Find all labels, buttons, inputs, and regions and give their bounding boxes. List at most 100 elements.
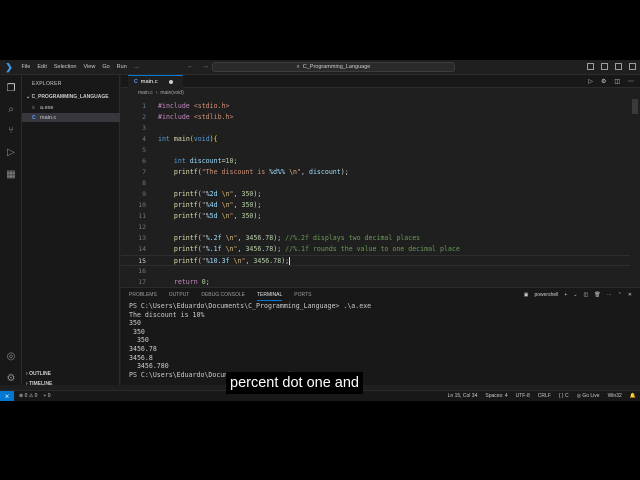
editor-actions: ▷ ⚙ ◫ ⋯: [588, 78, 634, 85]
menu-bar: File Edit Selection View Go Run …: [18, 64, 143, 70]
close-icon[interactable]: ✕: [628, 292, 632, 298]
settings-gear-icon[interactable]: ⚙: [601, 78, 606, 85]
back-arrow-icon[interactable]: ←: [187, 63, 194, 70]
go-live-button[interactable]: ◎ Go Live: [577, 393, 600, 399]
settings-gear-icon[interactable]: ⚙: [4, 371, 18, 385]
tab-ports[interactable]: PORTS: [294, 292, 311, 301]
explorer-title: EXPLORER: [32, 81, 62, 87]
line-number: 1: [142, 102, 146, 110]
line-number: 13: [138, 234, 146, 242]
breadcrumb-file[interactable]: main.c: [138, 90, 153, 96]
toggle-panel-icon[interactable]: [601, 63, 608, 70]
more-actions-icon[interactable]: ⋯: [607, 292, 612, 298]
more-actions-icon[interactable]: ⋯: [628, 78, 634, 85]
menu-view[interactable]: View: [80, 64, 99, 70]
project-folder-label: C_PROGRAMMING_LANGUAGE: [31, 94, 109, 100]
customize-layout-icon[interactable]: [629, 63, 636, 70]
files-icon[interactable]: ❐: [4, 81, 18, 95]
code-line: 7 printf("The discount is %d%% \n", disc…: [121, 167, 630, 178]
terminal-shell-label[interactable]: powershell: [534, 292, 558, 298]
menu-file[interactable]: File: [18, 64, 34, 70]
line-number: 6: [142, 157, 146, 165]
notifications-bell-icon[interactable]: 🔔: [630, 393, 636, 399]
terminal-icon: ▣: [523, 292, 529, 298]
outline-section[interactable]: › OUTLINE: [26, 371, 51, 377]
breadcrumb-symbol[interactable]: main(void): [160, 90, 183, 96]
status-left: ⊗ 0 ⚠ 0 ⑂ 0: [19, 393, 51, 399]
platform-status[interactable]: Win32: [608, 393, 622, 399]
code-text: printf("%5d \n", 350);: [173, 212, 262, 220]
tab-problems[interactable]: PROBLEMS: [129, 292, 157, 301]
vscode-logo-icon: ❯: [5, 61, 13, 72]
search-icon[interactable]: ⌕: [4, 102, 18, 116]
menu-selection[interactable]: Selection: [50, 64, 80, 70]
maximize-panel-icon[interactable]: ⌃: [618, 292, 622, 298]
code-text: printf("%.1f \n", 3456.78); //%.1f round…: [173, 245, 460, 253]
explorer-sidebar: EXPLORER ⌄ C_PROGRAMMING_LANGUAGE ≡ a.ex…: [22, 75, 120, 387]
tab-debug-console[interactable]: DEBUG CONSOLE: [201, 292, 245, 301]
terminal-line: 350: [129, 336, 149, 345]
line-number: 12: [138, 223, 146, 231]
command-center-search[interactable]: ⌕ C_Programming_Language: [212, 62, 455, 72]
toggle-sidebar-icon[interactable]: [587, 63, 594, 70]
editor-scrollbar[interactable]: [632, 99, 638, 114]
run-file-icon[interactable]: ▷: [588, 78, 593, 85]
menu-edit[interactable]: Edit: [34, 64, 50, 70]
trash-icon[interactable]: 🗑: [594, 292, 600, 298]
forward-arrow-icon[interactable]: →: [202, 63, 209, 70]
split-terminal-icon[interactable]: ◫: [584, 292, 589, 298]
tab-terminal[interactable]: TERMINAL: [256, 292, 283, 301]
timeline-section[interactable]: › TIMELINE: [26, 381, 52, 387]
panel-actions: ▣ powershell + ⌄ ◫ 🗑 ⋯ ⌃ ✕: [524, 292, 632, 298]
file-item-main-c[interactable]: C main.c: [22, 113, 120, 122]
tab-label: main.c: [140, 79, 158, 85]
code-text: printf("%4d \n", 350);: [173, 201, 262, 209]
cursor-position[interactable]: Ln 15, Col 34: [448, 393, 478, 399]
add-terminal-icon[interactable]: +: [564, 292, 567, 298]
run-debug-icon[interactable]: ▷: [4, 145, 18, 159]
menu-go[interactable]: Go: [99, 64, 113, 70]
code-line: 6 int discount=10;: [121, 156, 630, 167]
terminal-output[interactable]: PS C:\Users\Eduardo\Documents\C_Programm…: [129, 302, 371, 379]
terminal-line: 350: [129, 327, 145, 336]
line-number: 10: [138, 201, 146, 209]
project-folder[interactable]: ⌄ C_PROGRAMMING_LANGUAGE: [26, 94, 109, 100]
eol-status[interactable]: CRLF: [538, 393, 551, 399]
source-control-icon[interactable]: ⑂: [4, 123, 18, 137]
code-line: 4 int main(void){: [121, 134, 630, 145]
remote-indicator-icon[interactable]: ⨯: [0, 391, 14, 401]
code-line: 11 printf("%5d \n", 350);: [121, 211, 630, 222]
code-text: int main(void){: [158, 135, 218, 143]
line-number: 16: [138, 267, 146, 275]
language-mode[interactable]: { } C: [559, 393, 569, 399]
tab-main-c[interactable]: C main.c: [128, 75, 183, 88]
ports-status[interactable]: ⑂ 0: [43, 393, 50, 399]
code-line: 10 printf("%4d \n", 350);: [121, 200, 630, 211]
menu-run[interactable]: Run: [113, 64, 130, 70]
file-item-a-exe[interactable]: ≡ a.exe: [22, 103, 120, 112]
line-number: 4: [142, 135, 146, 143]
unsaved-dot-icon[interactable]: [168, 80, 173, 84]
breadcrumb-separator-icon: ›: [155, 90, 158, 96]
indentation-status[interactable]: Spaces: 4: [485, 393, 507, 399]
code-line: 2 #include <stdlib.h>: [121, 112, 630, 123]
status-right: Ln 15, Col 34 Spaces: 4 UTF-8 CRLF { } C…: [448, 393, 636, 399]
encoding-status[interactable]: UTF-8: [516, 393, 530, 399]
split-editor-icon[interactable]: ◫: [614, 78, 620, 85]
editor-area: C main.c ▷ ⚙ ◫ ⋯ main.c › main(void) 1 #i…: [121, 75, 640, 287]
menu-more[interactable]: …: [130, 64, 143, 70]
terminal-line: 3456.78: [129, 344, 157, 353]
problems-status[interactable]: ⊗ 0 ⚠ 0: [19, 393, 37, 399]
toggle-secondary-sidebar-icon[interactable]: [615, 63, 622, 70]
activity-bar: ❐ ⌕ ⑂ ▷ ▦ ◎ ⚙: [0, 75, 22, 385]
code-text: printf("%2d \n", 350);: [173, 190, 262, 198]
navigation-arrows: ← →: [187, 63, 209, 70]
editor-tabs: C main.c ▷ ⚙ ◫ ⋯: [121, 75, 640, 88]
terminal-line: 3456.8: [129, 353, 153, 362]
tab-output[interactable]: OUTPUT: [169, 292, 190, 301]
chevron-down-icon[interactable]: ⌄: [573, 292, 577, 298]
account-icon[interactable]: ◎: [4, 349, 18, 363]
terminal-line: 350: [129, 319, 141, 328]
caption-text: percent dot one and: [230, 375, 359, 391]
extensions-icon[interactable]: ▦: [4, 167, 18, 181]
